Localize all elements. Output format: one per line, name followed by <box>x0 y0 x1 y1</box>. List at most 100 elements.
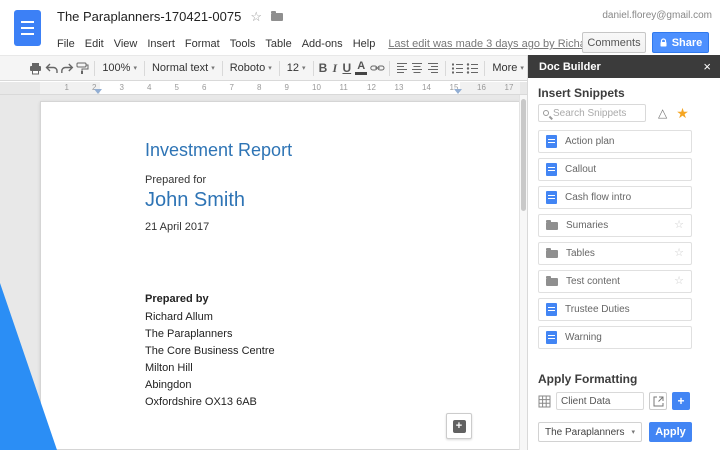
apply-button[interactable]: Apply <box>649 422 692 442</box>
menu-item-view[interactable]: View <box>109 36 143 52</box>
star-outline-icon[interactable]: ☆ <box>674 220 684 231</box>
favorites-star-icon[interactable]: ★ <box>676 106 689 120</box>
search-input[interactable] <box>553 108 635 119</box>
snippet-item[interactable]: Callout <box>538 158 692 181</box>
theme-row: The Paraplanners ▾ Apply <box>538 422 692 442</box>
ruler-number: 17 <box>505 83 514 92</box>
report-date: 21 April 2017 <box>145 221 209 233</box>
document-page[interactable]: Investment Report Prepared for John Smit… <box>40 101 520 450</box>
menu-item-tools[interactable]: Tools <box>225 36 261 52</box>
snippet-item[interactable]: Sumaries ☆ <box>538 214 692 237</box>
scrollbar-thumb[interactable] <box>521 99 526 211</box>
font-size-dropdown[interactable]: 12▾ <box>284 59 309 77</box>
search-box[interactable] <box>538 104 646 122</box>
apply-formatting-heading: Apply Formatting <box>538 372 637 386</box>
left-indent-marker[interactable] <box>94 89 102 94</box>
italic-button[interactable]: I <box>329 61 340 76</box>
bold-button[interactable]: B <box>318 61 329 75</box>
document-icon <box>546 135 557 148</box>
zoom-dropdown[interactable]: 100%▾ <box>99 59 140 77</box>
toolbar-separator <box>389 61 390 76</box>
menu-item-insert[interactable]: Insert <box>142 36 180 52</box>
redo-icon[interactable] <box>60 59 75 77</box>
toolbar-separator <box>279 61 280 76</box>
snippet-label: Warning <box>565 332 684 343</box>
snippet-label: Test content <box>566 276 666 287</box>
search-icon <box>543 110 549 116</box>
star-outline-icon[interactable]: ☆ <box>250 10 262 23</box>
paragraph-style-dropdown[interactable]: Normal text▾ <box>149 59 218 77</box>
snippet-label: Callout <box>565 164 684 175</box>
toolbar-separator <box>144 61 145 76</box>
snippet-item[interactable]: Cash flow intro <box>538 186 692 209</box>
insert-link-icon[interactable] <box>370 59 385 77</box>
menu-item-file[interactable]: File <box>52 36 80 52</box>
author-line: Milton Hill <box>145 360 275 377</box>
align-right-icon[interactable] <box>426 59 441 77</box>
document-icon <box>546 191 557 204</box>
add-client-data-button[interactable]: + <box>672 392 690 410</box>
snippet-label: Sumaries <box>566 220 666 231</box>
snippet-label: Cash flow intro <box>565 192 684 203</box>
snippet-label: Tables <box>566 248 666 259</box>
toolbar-separator <box>484 61 485 76</box>
snippet-item[interactable]: Action plan <box>538 130 692 153</box>
snippet-item[interactable]: Trustee Duties <box>538 298 692 321</box>
prepared-by-label: Prepared by <box>145 293 209 305</box>
ruler-number: 11 <box>340 83 348 92</box>
move-to-folder-icon[interactable] <box>271 13 283 21</box>
undo-icon[interactable] <box>44 59 59 77</box>
chevron-down-icon: ▾ <box>302 64 306 72</box>
snippet-item[interactable]: Tables ☆ <box>538 242 692 265</box>
chevron-down-icon: ▾ <box>133 64 137 72</box>
star-outline-icon[interactable]: ☆ <box>674 248 684 259</box>
ruler-number: 9 <box>285 83 289 92</box>
menu-item-table[interactable]: Table <box>260 36 296 52</box>
document-title[interactable]: The Paraplanners-170421-0075 <box>57 9 241 24</box>
insert-snippets-heading: Insert Snippets <box>538 86 625 100</box>
open-in-new-icon[interactable] <box>649 392 667 410</box>
theme-value: The Paraplanners <box>545 427 625 438</box>
more-dropdown[interactable]: More▾ <box>489 59 527 77</box>
bulleted-list-icon[interactable] <box>466 59 481 77</box>
paint-format-icon[interactable] <box>75 59 90 77</box>
print-icon[interactable] <box>28 59 43 77</box>
snippet-item[interactable]: Warning <box>538 326 692 349</box>
sidebar-header: Doc Builder × <box>528 55 720 78</box>
add-snippet-icon: + <box>453 420 466 433</box>
menu-item-format[interactable]: Format <box>180 36 225 52</box>
formatting-theme-select[interactable]: The Paraplanners ▾ <box>538 422 642 442</box>
right-indent-marker[interactable] <box>454 89 462 94</box>
client-data-input[interactable] <box>556 392 644 410</box>
explore-button[interactable]: + <box>446 413 472 439</box>
prepared-for-label: Prepared for <box>145 174 206 186</box>
document-icon <box>546 331 557 344</box>
ruler-number: 10 <box>312 83 321 92</box>
menu-item-help[interactable]: Help <box>348 36 381 52</box>
font-dropdown[interactable]: Roboto▾ <box>227 59 275 77</box>
menu-items: FileEditViewInsertFormatToolsTableAdd-on… <box>52 36 380 52</box>
ruler-number: 13 <box>395 83 404 92</box>
text-color-button[interactable]: A <box>355 61 367 75</box>
menu-item-edit[interactable]: Edit <box>80 36 109 52</box>
document-icon <box>546 163 557 176</box>
share-button[interactable]: Share <box>652 32 709 53</box>
folder-icon <box>546 278 558 286</box>
close-icon[interactable]: × <box>703 59 711 74</box>
document-scrollbar[interactable] <box>519 95 527 450</box>
comments-button[interactable]: Comments <box>582 32 646 53</box>
chevron-down-icon: ▾ <box>520 64 524 72</box>
underline-button[interactable]: U <box>341 61 352 75</box>
google-docs-logo-icon[interactable] <box>14 10 41 46</box>
ruler[interactable]: 1234567891011121314151617 <box>0 82 527 95</box>
toolbar-separator <box>94 61 95 76</box>
author-line: Oxfordshire OX13 6AB <box>145 394 275 411</box>
menu-item-addons[interactable]: Add-ons <box>297 36 348 52</box>
google-drive-icon[interactable]: △ <box>658 107 667 119</box>
star-outline-icon[interactable]: ☆ <box>674 276 684 287</box>
snippet-item[interactable]: Test content ☆ <box>538 270 692 293</box>
align-left-icon[interactable] <box>394 59 409 77</box>
align-center-icon[interactable] <box>410 59 425 77</box>
ruler-number: 4 <box>147 83 151 92</box>
numbered-list-icon[interactable] <box>450 59 465 77</box>
